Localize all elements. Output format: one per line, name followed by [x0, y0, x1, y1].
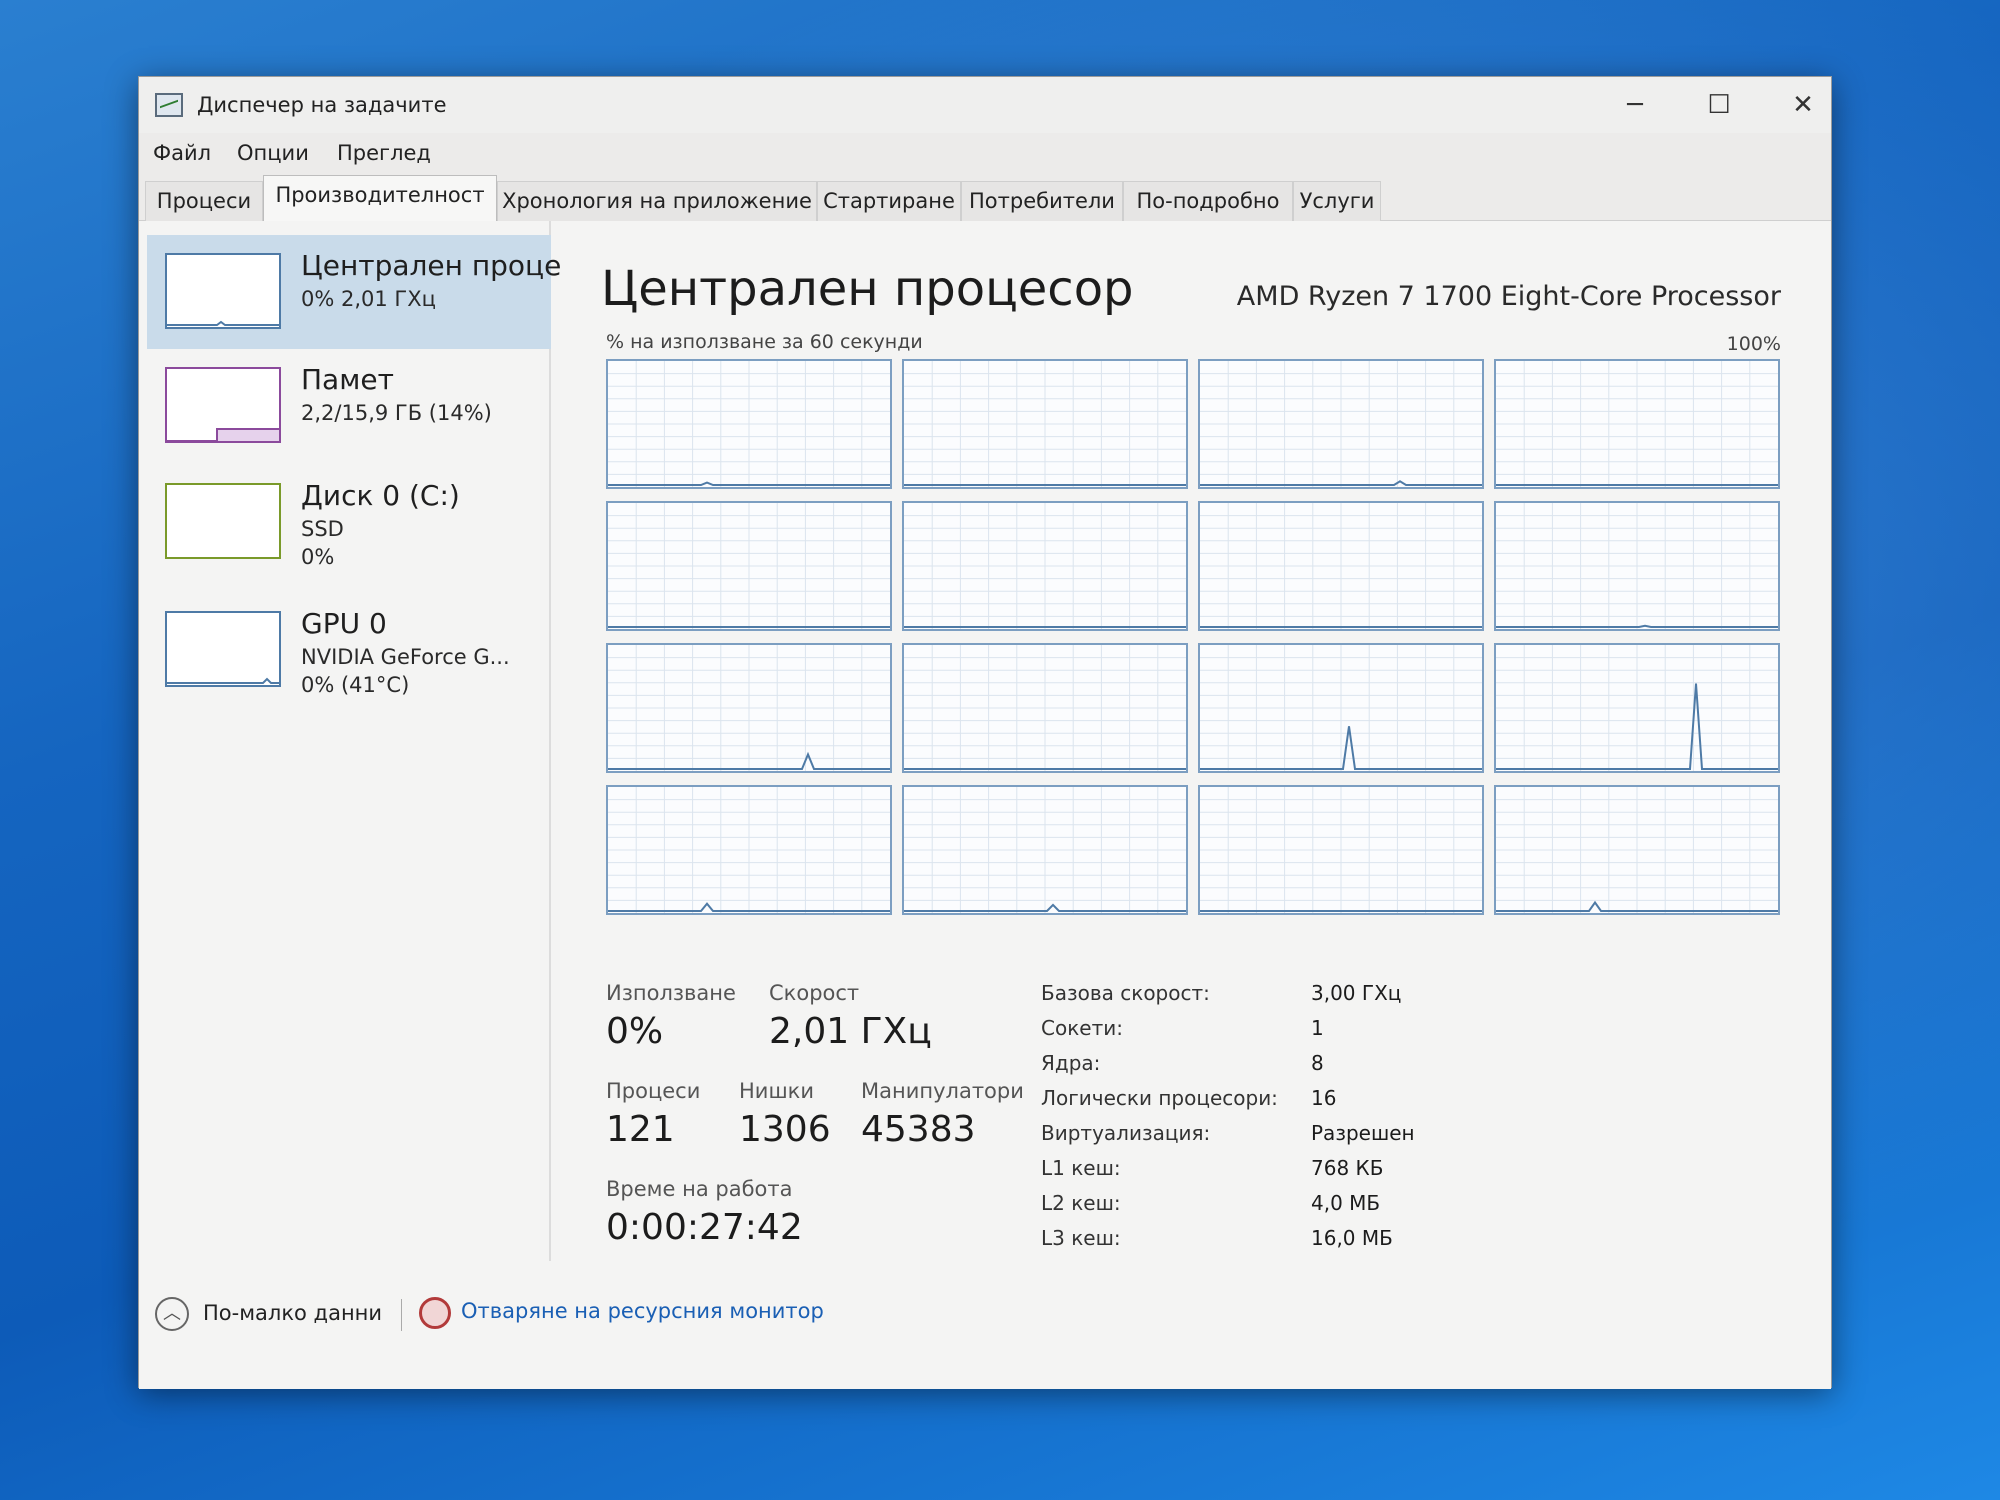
- resource-monitor-icon[interactable]: [419, 1297, 451, 1329]
- sidebar-item-gpu[interactable]: GPU 0 NVIDIA GeForce G... 0% (41°C): [147, 593, 551, 707]
- menu-options[interactable]: Опции: [237, 141, 309, 165]
- task-manager-window: Диспечер на задачите ─ ☐ ✕ Файл Опции Пр…: [138, 76, 1832, 1389]
- spec-label-sockets: Сокети:: [1041, 1016, 1123, 1040]
- logical-processor-graph: [902, 785, 1188, 915]
- sidebar-item-type: SSD: [301, 517, 344, 541]
- sidebar-item-model: NVIDIA GeForce G...: [301, 645, 510, 669]
- tab-details[interactable]: По-подробно: [1123, 181, 1293, 221]
- spec-label-cores: Ядра:: [1041, 1051, 1101, 1075]
- performance-content: Централен проце 0% 2,01 ГХц Памет 2,2/15…: [139, 221, 1831, 1389]
- usage-label: Използване: [606, 981, 736, 1005]
- minimize-button[interactable]: ─: [1605, 85, 1665, 125]
- logical-processor-graph: [606, 359, 892, 489]
- logical-processor-graph: [1494, 643, 1780, 773]
- sidebar-item-memory[interactable]: Памет 2,2/15,9 ГБ (14%): [147, 349, 551, 463]
- sidebar-item-label: Централен проце: [301, 249, 562, 282]
- logical-processor-graph: [902, 643, 1188, 773]
- sidebar-item-value: 0% (41°C): [301, 673, 410, 697]
- maximize-button[interactable]: ☐: [1689, 85, 1749, 125]
- page-title: Централен процесор: [601, 261, 1134, 317]
- logical-processor-graph: [902, 359, 1188, 489]
- uptime-label: Време на работа: [606, 1177, 793, 1201]
- tab-services[interactable]: Услуги: [1293, 181, 1381, 221]
- cpu-detail-panel: Централен процесор AMD Ryzen 7 1700 Eigh…: [551, 221, 1833, 1261]
- speed-label: Скорост: [769, 981, 860, 1005]
- usage-value: 0%: [606, 1011, 664, 1052]
- threads-value: 1306: [739, 1109, 831, 1150]
- spec-value-virtualization: Разрешен: [1311, 1121, 1415, 1145]
- tab-processes[interactable]: Процеси: [145, 181, 263, 221]
- menu-file[interactable]: Файл: [153, 141, 211, 165]
- gpu-thumbnail-graph: [165, 611, 281, 687]
- spec-label-l2-cache: L2 кеш:: [1041, 1191, 1121, 1215]
- tab-users[interactable]: Потребители: [961, 181, 1123, 221]
- disk-thumbnail-graph: [165, 483, 281, 559]
- logical-processor-graph: [1198, 501, 1484, 631]
- sidebar-item-label: Диск 0 (C:): [301, 479, 460, 512]
- processes-label: Процеси: [606, 1079, 701, 1103]
- spec-value-l3-cache: 16,0 МБ: [1311, 1226, 1393, 1250]
- sidebar-item-cpu[interactable]: Централен проце 0% 2,01 ГХц: [147, 235, 561, 349]
- logical-processor-graph: [606, 501, 892, 631]
- logical-processor-graphs: [606, 359, 1780, 919]
- memory-thumbnail-graph: [165, 367, 281, 443]
- sidebar-item-label: GPU 0: [301, 607, 387, 640]
- spec-label-virtualization: Виртуализация:: [1041, 1121, 1211, 1145]
- tab-bar: Процеси Производителност Хронология на п…: [139, 173, 1831, 221]
- tab-performance[interactable]: Производителност: [263, 175, 497, 221]
- logical-processor-graph: [606, 785, 892, 915]
- graph-max-label: 100%: [1726, 333, 1781, 355]
- uptime-value: 0:00:27:42: [606, 1207, 803, 1248]
- chevron-up-icon[interactable]: ︿: [155, 1297, 189, 1331]
- close-button[interactable]: ✕: [1773, 85, 1833, 125]
- spec-label-l3-cache: L3 кеш:: [1041, 1226, 1121, 1250]
- handles-label: Манипулатори: [861, 1079, 1024, 1103]
- spec-label-l1-cache: L1 кеш:: [1041, 1156, 1121, 1180]
- window-title: Диспечер на задачите: [197, 93, 447, 117]
- title-bar[interactable]: Диспечер на задачите ─ ☐ ✕: [139, 77, 1831, 133]
- logical-processor-graph: [1494, 501, 1780, 631]
- menu-view[interactable]: Преглед: [337, 141, 431, 165]
- spec-label-base-speed: Базова скорост:: [1041, 981, 1210, 1005]
- menu-bar: Файл Опции Преглед: [139, 133, 1831, 173]
- tab-startup[interactable]: Стартиране: [817, 181, 961, 221]
- spec-value-l1-cache: 768 КБ: [1311, 1156, 1384, 1180]
- spec-value-l2-cache: 4,0 МБ: [1311, 1191, 1381, 1215]
- graph-caption: % на използване за 60 секунди: [606, 331, 923, 353]
- tab-app-history[interactable]: Хронология на приложение: [497, 181, 817, 221]
- handles-value: 45383: [861, 1109, 976, 1150]
- cpu-model-name: AMD Ryzen 7 1700 Eight-Core Processor: [1236, 281, 1781, 312]
- spec-value-logical-processors: 16: [1311, 1086, 1337, 1110]
- logical-processor-graph: [606, 643, 892, 773]
- footer-bar: ︿ По-малко данни Отваряне на ресурсния м…: [139, 1261, 1831, 1389]
- sidebar-item-label: Памет: [301, 363, 394, 396]
- speed-value: 2,01 ГХц: [769, 1011, 932, 1052]
- spec-value-base-speed: 3,00 ГХц: [1311, 981, 1402, 1005]
- sidebar-item-value: 0%: [301, 545, 335, 569]
- spec-label-logical-processors: Логически процесори:: [1041, 1086, 1278, 1110]
- logical-processor-graph: [1198, 359, 1484, 489]
- cpu-thumbnail-graph: [165, 253, 281, 329]
- threads-label: Нишки: [739, 1079, 814, 1103]
- open-resource-monitor-link[interactable]: Отваряне на ресурсния монитор: [461, 1299, 824, 1323]
- sidebar-item-value: 0% 2,01 ГХц: [301, 287, 436, 311]
- spec-value-sockets: 1: [1311, 1016, 1324, 1040]
- logical-processor-graph: [1494, 359, 1780, 489]
- logical-processor-graph: [1198, 785, 1484, 915]
- logical-processor-graph: [1494, 785, 1780, 915]
- sidebar-item-disk[interactable]: Диск 0 (C:) SSD 0%: [147, 465, 551, 579]
- spec-value-cores: 8: [1311, 1051, 1324, 1075]
- sidebar-item-value: 2,2/15,9 ГБ (14%): [301, 401, 492, 425]
- resource-sidebar: Централен проце 0% 2,01 ГХц Памет 2,2/15…: [139, 221, 561, 1261]
- task-manager-icon: [155, 93, 183, 117]
- footer-divider: [401, 1299, 402, 1331]
- fewer-details-link[interactable]: По-малко данни: [203, 1301, 382, 1325]
- logical-processor-graph: [1198, 643, 1484, 773]
- logical-processor-graph: [902, 501, 1188, 631]
- processes-value: 121: [606, 1109, 675, 1150]
